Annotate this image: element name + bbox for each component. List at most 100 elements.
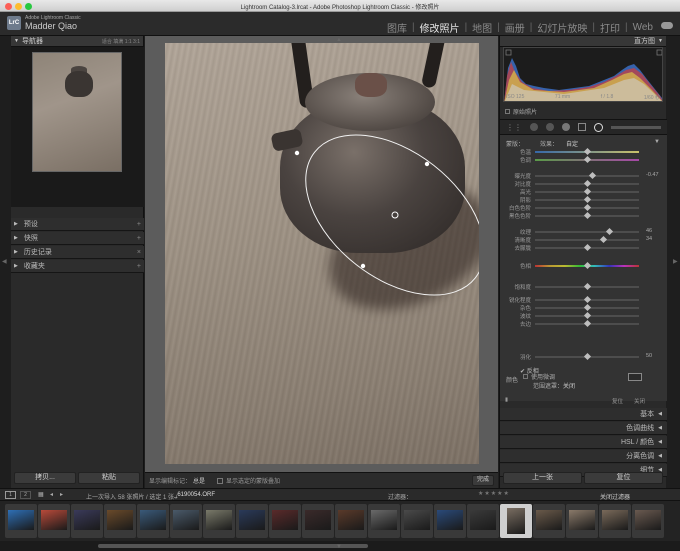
filmstrip-thumbnail[interactable] xyxy=(137,504,169,538)
image-view[interactable] xyxy=(145,36,498,472)
close-link[interactable]: 关闭 xyxy=(634,397,645,405)
radial-filter-ellipse[interactable] xyxy=(276,103,479,328)
done-button[interactable]: 完成 xyxy=(472,475,494,486)
slider-7[interactable]: 黑色色阶 xyxy=(500,211,667,220)
radial-filter-handle[interactable] xyxy=(424,161,430,167)
left-section-0[interactable]: ▶ 预设 + xyxy=(11,218,144,231)
filmstrip-thumbnail[interactable] xyxy=(71,504,103,538)
filename[interactable]: _6190054.ORF xyxy=(174,492,215,498)
slider-knob[interactable] xyxy=(583,155,591,164)
filmstrip-thumbnail[interactable] xyxy=(203,504,235,538)
redeye-tool-icon[interactable] xyxy=(562,123,570,131)
show-pins-select[interactable]: 总是 xyxy=(193,476,205,485)
slider-track[interactable] xyxy=(535,175,639,177)
filmstrip-thumbnail[interactable] xyxy=(170,504,202,538)
filmstrip-thumbnail[interactable] xyxy=(632,504,664,538)
radial-filter-handle[interactable] xyxy=(360,263,366,269)
filmstrip-thumbnail[interactable] xyxy=(599,504,631,538)
reset-all-button[interactable]: 复位 xyxy=(584,472,663,484)
page-1-button[interactable]: 1 xyxy=(5,491,16,499)
source-label[interactable]: 上一次导入 xyxy=(86,492,116,501)
slider-track[interactable] xyxy=(535,239,639,241)
slider-knob[interactable] xyxy=(583,211,591,220)
slider-knob[interactable] xyxy=(583,203,591,212)
navigator-preview[interactable] xyxy=(11,47,144,207)
slider-1[interactable]: 色调 xyxy=(500,155,667,164)
right-section-0[interactable]: 基本 ◀ xyxy=(500,408,667,421)
section-action[interactable]: × xyxy=(137,249,141,256)
bottom-panel-toggle-icon[interactable]: ▼ xyxy=(336,544,342,550)
slider-knob[interactable] xyxy=(583,352,591,361)
radial-filter-icon[interactable] xyxy=(594,122,603,132)
color-swatch[interactable] xyxy=(628,373,642,381)
triangle-down-icon[interactable]: ▼ xyxy=(654,139,660,145)
filmstrip-scrollbar[interactable] xyxy=(98,544,368,548)
back-arrow-icon[interactable]: ◂ xyxy=(50,491,53,498)
slider-knob[interactable] xyxy=(583,243,591,252)
slider-value[interactable]: 34 xyxy=(646,236,652,242)
filmstrip-thumbnail[interactable] xyxy=(401,504,433,538)
filmstrip-thumbnail[interactable] xyxy=(5,504,37,538)
slider-knob[interactable] xyxy=(583,195,591,204)
left-section-2[interactable]: ▶ 历史记录 × xyxy=(11,246,144,259)
slider-knob[interactable] xyxy=(588,171,596,180)
section-action[interactable]: + xyxy=(137,221,141,228)
right-section-2[interactable]: HSL / 颜色 ◀ xyxy=(500,436,667,449)
slider-knob[interactable] xyxy=(583,295,591,304)
left-panel-toggle-icon[interactable]: ◀ xyxy=(2,258,7,265)
slider-knob[interactable] xyxy=(583,311,591,320)
slider-knob[interactable] xyxy=(600,235,608,244)
range-mask-select[interactable]: 关闭 xyxy=(563,384,575,390)
navigator-header[interactable]: ▼ 导航器 适合 填满 1:1 3:1 xyxy=(11,36,143,47)
filmstrip-thumbnail[interactable] xyxy=(302,504,334,538)
slider-knob[interactable] xyxy=(583,187,591,196)
reset-link[interactable]: 复位 xyxy=(612,397,623,405)
slider-11[interactable]: 色相 xyxy=(500,261,667,270)
cloud-sync-icon[interactable] xyxy=(661,22,673,29)
right-section-3[interactable]: 分离色调 ◀ xyxy=(500,450,667,463)
invert-checkbox[interactable]: ✔ 反相 xyxy=(520,366,539,375)
slider-16[interactable]: 去边 xyxy=(500,319,667,328)
module-1[interactable]: 修改照片 xyxy=(417,20,463,35)
page-2-button[interactable]: 2 xyxy=(20,491,31,499)
slider-10[interactable]: 去朦胧 xyxy=(500,243,667,252)
slider-knob[interactable] xyxy=(583,319,591,328)
radial-filter-center-pin[interactable] xyxy=(391,211,399,219)
spot-removal-icon[interactable] xyxy=(546,123,554,131)
graduated-filter-icon[interactable] xyxy=(578,123,586,131)
module-4[interactable]: 幻灯片放映 xyxy=(534,20,590,35)
toggle-switch-icon[interactable]: ▮ xyxy=(505,397,508,403)
copy-button[interactable]: 拷贝... xyxy=(14,472,76,484)
mask-overlay-checkbox[interactable] xyxy=(217,477,224,484)
grid-tool-icon[interactable]: ⋮⋮ xyxy=(506,123,522,132)
radial-filter-handle[interactable] xyxy=(294,150,300,156)
module-6[interactable]: Web xyxy=(630,22,656,33)
radial-filter-overlay[interactable] xyxy=(165,43,479,464)
filmstrip-thumbnail[interactable] xyxy=(467,504,499,538)
right-panel-toggle-icon[interactable]: ▶ xyxy=(673,258,678,265)
navigator-zoom-options[interactable]: 适合 填满 1:1 3:1 xyxy=(102,38,140,45)
section-action[interactable]: + xyxy=(137,235,141,242)
filmstrip-thumbnail[interactable] xyxy=(500,504,532,538)
forward-arrow-icon[interactable]: ▸ xyxy=(60,491,63,498)
module-2[interactable]: 地图 xyxy=(469,20,495,35)
main-photo[interactable] xyxy=(165,43,479,464)
rating-filter-stars[interactable]: ★★★★★ xyxy=(478,490,510,497)
slider-knob[interactable] xyxy=(583,179,591,188)
slider-knob[interactable] xyxy=(583,261,591,270)
left-section-1[interactable]: ▶ 快照 + xyxy=(11,232,144,245)
slider-knob[interactable] xyxy=(583,147,591,156)
filmstrip-thumbnail[interactable] xyxy=(269,504,301,538)
filmstrip-thumbnail[interactable] xyxy=(368,504,400,538)
filmstrip-thumbnail[interactable] xyxy=(38,504,70,538)
module-5[interactable]: 打印 xyxy=(597,20,623,35)
crop-tool-icon[interactable] xyxy=(530,123,538,131)
shadow-clipping-icon[interactable] xyxy=(505,49,512,56)
right-section-1[interactable]: 色调曲线 ◀ xyxy=(500,422,667,435)
filter-select[interactable]: 关闭过滤器 xyxy=(600,492,630,501)
adjustment-brush-slider[interactable] xyxy=(611,125,661,129)
slider-knob[interactable] xyxy=(583,282,591,291)
top-panel-toggle-icon[interactable]: ▲ xyxy=(336,37,342,43)
module-3[interactable]: 画册 xyxy=(502,20,528,35)
highlight-clipping-icon[interactable] xyxy=(656,49,662,56)
